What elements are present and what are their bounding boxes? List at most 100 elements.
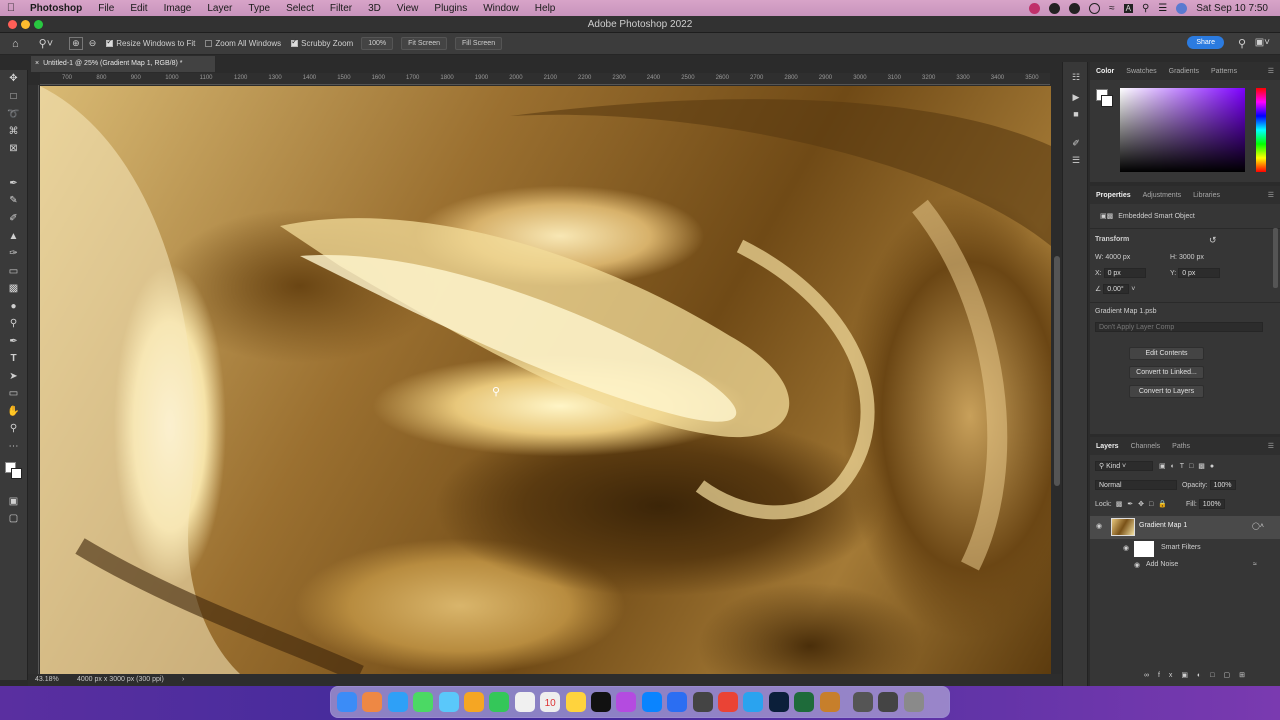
dock-app-icon[interactable] [692, 692, 713, 712]
menu-view[interactable]: View [389, 3, 427, 14]
brush-icon[interactable]: ✐ [7, 212, 20, 225]
menu-plugins[interactable]: Plugins [426, 3, 475, 14]
play-icon[interactable] [1089, 2, 1101, 14]
filter-type-icons[interactable]: ▣◐T□▩● [1159, 463, 1219, 470]
dock-app-icon[interactable] [743, 692, 764, 712]
status-menu-arrow-icon[interactable]: › [182, 674, 184, 686]
panel-menu-icon[interactable]: ☰ [1262, 442, 1280, 450]
dock-app-icon[interactable] [853, 692, 873, 712]
height-value[interactable]: 3000 px [1179, 254, 1204, 261]
control-center-icon[interactable]: ☰ [1158, 3, 1167, 14]
reset-transform-icon[interactable]: ↺ [1209, 235, 1217, 246]
dock-app-icon[interactable] [616, 692, 637, 712]
gradient-icon[interactable]: ▩ [7, 282, 20, 295]
healing-icon[interactable]: ✎ [7, 194, 20, 207]
dock-app-icon[interactable] [641, 692, 662, 712]
zoom-in-icon[interactable]: ⊕ [69, 37, 83, 50]
fill-input[interactable]: 100% [1198, 499, 1225, 509]
screen-mode-icon[interactable]: ▢ [7, 512, 20, 525]
y-input[interactable]: 0 px [1178, 268, 1221, 278]
menu-filter[interactable]: Filter [322, 3, 360, 14]
dock-app-icon[interactable] [565, 692, 586, 712]
layer-name[interactable]: Gradient Map 1 [1139, 522, 1187, 529]
filter-mask-thumbnail[interactable] [1134, 541, 1154, 557]
background-color-swatch[interactable] [11, 468, 22, 479]
visibility-eye-icon[interactable]: ◉ [1123, 544, 1129, 552]
tab-libraries[interactable]: Libraries [1187, 192, 1226, 199]
keyboard-input-icon[interactable]: A [1123, 3, 1133, 13]
lock-icons[interactable]: ▩✒✥□🔒 [1116, 501, 1172, 508]
quick-mask-icon[interactable]: ▣ [7, 495, 20, 508]
angle-dropdown-icon[interactable]: ˅ [1131, 286, 1135, 293]
zoom-level-readout[interactable]: 43.18% [35, 674, 59, 686]
dock-app-icon[interactable] [768, 692, 789, 712]
layer-comp-select[interactable]: Don't Apply Layer Comp [1095, 322, 1263, 332]
dock-app-icon[interactable] [667, 692, 688, 712]
angle-input[interactable]: 0.00° [1103, 284, 1130, 294]
dock-app-icon[interactable] [387, 692, 408, 712]
marquee-icon[interactable]: □ [7, 90, 20, 103]
tab-layers[interactable]: Layers [1090, 443, 1125, 450]
tab-swatches[interactable]: Swatches [1120, 68, 1162, 75]
x-input[interactable]: 0 px [1103, 268, 1146, 278]
brush-settings-icon[interactable]: ✐ [1071, 138, 1081, 148]
tab-close-icon[interactable]: × [35, 60, 39, 67]
zoom-tool-preset-icon[interactable]: ⚲˅ [39, 37, 53, 50]
background-color-chip[interactable] [1101, 95, 1113, 107]
layers-footer-icons[interactable]: ∞fx▣◐□▢⊞ [1144, 671, 1254, 679]
dock-app-icon[interactable] [362, 692, 383, 712]
pen-icon[interactable]: ✒ [7, 335, 20, 348]
menu-image[interactable]: Image [156, 3, 200, 14]
zoom-out-icon[interactable]: ⊖ [89, 38, 97, 49]
tab-channels[interactable]: Channels [1125, 443, 1167, 450]
menu-layer[interactable]: Layer [199, 3, 240, 14]
rectangle-icon[interactable]: ▭ [7, 387, 20, 400]
dock-app-icon[interactable] [413, 692, 434, 712]
path-select-icon[interactable]: ➤ [7, 370, 20, 383]
dock-app-icon[interactable] [878, 692, 899, 712]
more-icon[interactable]: ⋯ [7, 440, 20, 453]
tab-properties[interactable]: Properties [1090, 192, 1137, 199]
hand-icon[interactable]: ✋ [7, 405, 20, 418]
hue-slider[interactable] [1256, 88, 1266, 172]
dock-app-icon[interactable] [903, 692, 924, 712]
frame-icon[interactable]: ⊠ [7, 142, 20, 155]
history-brush-icon[interactable]: ✑ [7, 247, 20, 260]
convert-to-layers-button[interactable]: Convert to Layers [1129, 385, 1204, 398]
history-icon[interactable]: ☷ [1071, 72, 1081, 82]
menu-select[interactable]: Select [278, 3, 322, 14]
add-noise-label[interactable]: Add Noise [1146, 561, 1178, 568]
tab-gradients[interactable]: Gradients [1163, 68, 1205, 75]
stamp-icon[interactable]: ▲ [7, 230, 20, 243]
dock-app-icon[interactable] [464, 692, 484, 712]
panel-menu-icon[interactable]: ☰ [1262, 67, 1280, 75]
crop-icon[interactable]: ⌘ [7, 125, 20, 138]
opacity-input[interactable]: 100% [1209, 480, 1236, 490]
width-value[interactable]: 4000 px [1105, 254, 1130, 261]
comments-icon[interactable]: ■ [1071, 109, 1081, 119]
search-icon[interactable]: ⚲ [1142, 3, 1149, 14]
share-button[interactable]: Share [1187, 36, 1224, 49]
zoom-icon[interactable]: ⚲ [7, 422, 20, 435]
workspace-icon[interactable]: ▣˅ [1255, 37, 1270, 48]
blur-icon[interactable]: ● [7, 300, 20, 313]
dock-app-icon[interactable]: 10 [540, 692, 561, 712]
document-size-readout[interactable]: 4000 px x 3000 px (300 ppi) [77, 674, 164, 686]
dodge-icon[interactable]: ⚲ [7, 317, 20, 330]
record-icon[interactable] [1029, 2, 1041, 14]
layer-row-gradient-map[interactable]: ◉ Gradient Map 1 ◯˄ [1090, 516, 1280, 539]
lasso-icon[interactable]: ➰ [7, 108, 20, 121]
tab-patterns[interactable]: Patterns [1205, 68, 1243, 75]
home-icon[interactable]: ⌂ [12, 38, 19, 50]
visibility-eye-icon[interactable]: ◉ [1134, 561, 1140, 569]
creative-cloud-icon[interactable] [1049, 2, 1061, 14]
menu-window[interactable]: Window [475, 3, 527, 14]
dock-app-icon[interactable] [489, 692, 510, 712]
menu-edit[interactable]: Edit [122, 3, 155, 14]
fit-screen-button[interactable]: Fit Screen [401, 37, 448, 50]
menu-type[interactable]: Type [240, 3, 278, 14]
convert-to-linked-button[interactable]: Convert to Linked... [1129, 366, 1204, 379]
tab-paths[interactable]: Paths [1166, 443, 1196, 450]
visibility-eye-icon[interactable]: ◉ [1096, 522, 1102, 530]
panel-menu-icon[interactable]: ☰ [1262, 191, 1280, 199]
